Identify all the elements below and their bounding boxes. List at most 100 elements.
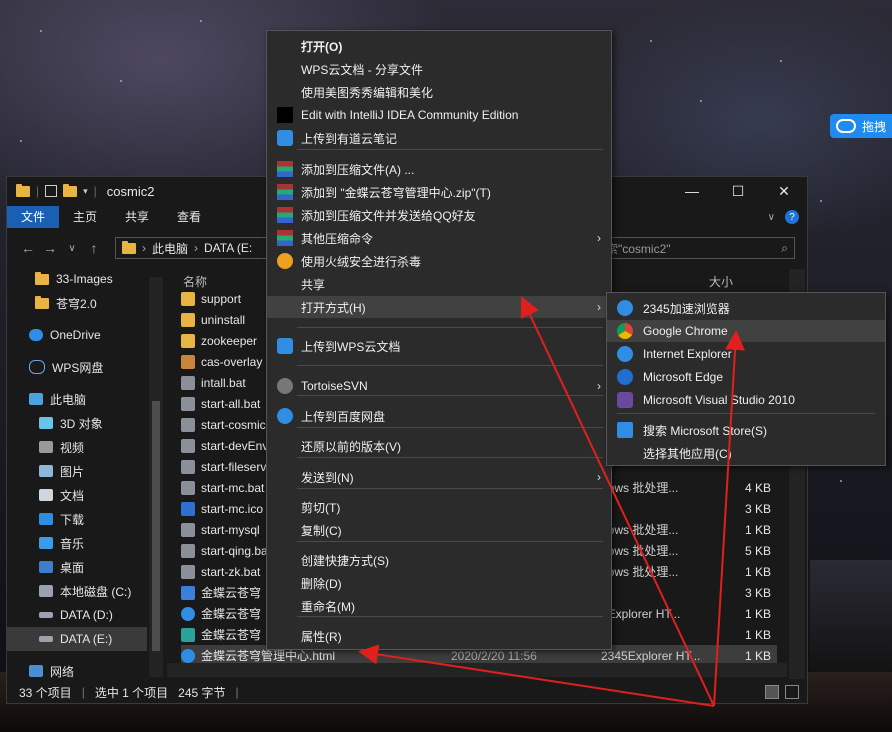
file-icon [181,648,195,663]
sidebar-item-documents[interactable]: 文档 [39,483,84,507]
file-icon [181,438,195,453]
sidebar-scrollbar[interactable] [149,277,163,677]
tab-home[interactable]: 主页 [59,206,111,228]
folder-icon [35,295,49,309]
sidebar-item-onedrive[interactable]: OneDrive [29,323,101,347]
recent-locations-button[interactable]: ∨ [61,243,83,254]
back-button[interactable]: ← [17,240,39,256]
cloud-icon [29,360,45,374]
open-with-item[interactable]: 选择其他应用(C) [607,442,885,464]
menu-item[interactable]: 打开方式(H) › [267,296,611,318]
open-with-item[interactable]: 2345加速浏览器 [607,297,885,319]
help-icon[interactable]: ? [785,210,799,224]
folder-icon [122,240,136,254]
menu-item[interactable]: 发送到(N) › [267,466,611,488]
drive-icon [39,636,53,642]
menu-item[interactable]: 上传到有道云笔记 [267,127,611,149]
details-view-button[interactable] [765,685,779,699]
open-with-item[interactable]: Microsoft Edge [607,366,885,388]
menu-item[interactable]: 删除(D) [267,572,611,594]
menu-item[interactable]: 使用火绒安全进行杀毒 [267,250,611,272]
edge-icon [617,369,633,385]
quick-access-dropdown-icon[interactable]: ▾ [83,186,88,197]
menu-item[interactable]: 剪切(T) [267,496,611,518]
sidebar-item-drive-d[interactable]: DATA (D:) [39,603,113,627]
sidebar-item-videos[interactable]: 视频 [39,435,84,459]
drive-icon [39,612,53,618]
menu-item[interactable]: 上传到百度网盘 [267,405,611,427]
sidebar-item-wps[interactable]: WPS网盘 [29,355,103,379]
menu-item[interactable]: 创建快捷方式(S) [267,549,611,571]
new-folder-icon[interactable] [63,183,78,197]
sidebar-item-pictures[interactable]: 图片 [39,459,84,483]
menu-item[interactable]: 添加到压缩文件并发送给QQ好友 [267,204,611,226]
sidebar-item-downloads[interactable]: 下载 [39,507,84,531]
open-with-item[interactable]: 搜索 Microsoft Store(S) [607,419,885,441]
breadcrumb-drive[interactable]: DATA (E: [204,241,252,255]
menu-item[interactable]: WPS云文档 - 分享文件 [267,58,611,80]
scrollbar-thumb[interactable] [152,401,160,651]
horizontal-scrollbar[interactable] [167,663,787,677]
sidebar-item-desktop[interactable]: 桌面 [39,555,84,579]
desktop-icon [39,561,53,573]
menu-item[interactable]: 共享 [267,273,611,295]
file-icon [181,543,195,558]
properties-icon[interactable] [45,185,58,197]
menu-item-label: WPS云文档 - 分享文件 [301,62,423,77]
menu-item[interactable]: Edit with IntelliJ IDEA Community Editio… [267,104,611,126]
maximize-button[interactable]: ☐ [715,177,761,205]
baidu-icon [277,408,293,424]
window-title: cosmic2 [106,183,155,199]
menu-item[interactable]: 打开(O) [267,35,611,57]
navigation-pane: 33-Images 苍穹2.0 OneDrive WPS网盘 此电脑 3D 对象… [7,267,165,679]
sidebar-item-drive-c[interactable]: 本地磁盘 (C:) [39,579,131,603]
large-icons-view-button[interactable] [785,685,799,699]
menu-item[interactable]: 还原以前的版本(V) [267,435,611,457]
menu-item[interactable]: 属性(R) [267,625,611,647]
menu-item[interactable]: 添加到压缩文件(A) ... [267,158,611,180]
sidebar-item-3d[interactable]: 3D 对象 [39,411,103,435]
menu-item-label: 上传到百度网盘 [301,409,386,424]
search-input[interactable]: 索"cosmic2" ⌕ [599,237,795,259]
tab-file[interactable]: 文件 [7,206,60,228]
sidebar-item-33-images[interactable]: 33-Images [35,267,113,291]
sidebar-item-music[interactable]: 音乐 [39,531,84,555]
minimize-button[interactable]: — [669,177,715,205]
menu-item-label: 共享 [301,277,326,292]
menu-item[interactable]: 添加到 "金蝶云苍穹管理中心.zip"(T) [267,181,611,203]
forward-button[interactable]: → [39,240,61,256]
sidebar-item-drive-e[interactable]: DATA (E:) [7,627,147,651]
menu-item[interactable]: 上传到WPS云文档 [267,335,611,357]
menu-item[interactable]: 其他压缩命令 › [267,227,611,249]
menu-item[interactable]: 使用美图秀秀编辑和美化 [267,81,611,103]
menu-item[interactable]: 重命名(M) [267,595,611,617]
open-with-item[interactable]: Google Chrome [607,320,885,342]
tab-share[interactable]: 共享 [111,206,163,228]
video-icon [39,441,53,453]
menu-item[interactable]: 复制(C) [267,519,611,541]
tab-view[interactable]: 查看 [163,206,215,228]
folder-icon [181,291,195,306]
menu-separator [617,413,875,414]
open-with-item-label: Microsoft Visual Studio 2010 [643,393,795,407]
sidebar-item-network[interactable]: 网络 [29,659,74,683]
file-size: 3 KB [744,585,771,600]
up-button[interactable]: ↑ [83,240,105,256]
open-with-item[interactable]: Internet Explorer [607,343,885,365]
expand-ribbon-icon[interactable]: ∨ [768,212,775,223]
open-with-item-label: Internet Explorer [643,347,732,361]
music-icon [39,537,53,549]
file-icon [181,564,195,579]
baidu-float-widget[interactable]: 拖拽 [830,114,892,138]
menu-item-label: 上传到有道云笔记 [301,131,398,146]
sidebar-item-cangqiong[interactable]: 苍穹2.0 [35,291,97,315]
menu-item-label: 属性(R) [301,629,342,644]
close-button[interactable]: ✕ [761,177,807,205]
menu-item[interactable]: TortoiseSVN › [267,375,611,397]
open-with-item[interactable]: Microsoft Visual Studio 2010 [607,389,885,411]
file-type: dows 批处理... [601,523,679,537]
breadcrumb-this-pc[interactable]: 此电脑 [152,240,188,257]
file-size: 3 KB [744,501,771,516]
file-size: 1 KB [744,627,771,642]
sidebar-item-this-pc[interactable]: 此电脑 [29,387,86,411]
